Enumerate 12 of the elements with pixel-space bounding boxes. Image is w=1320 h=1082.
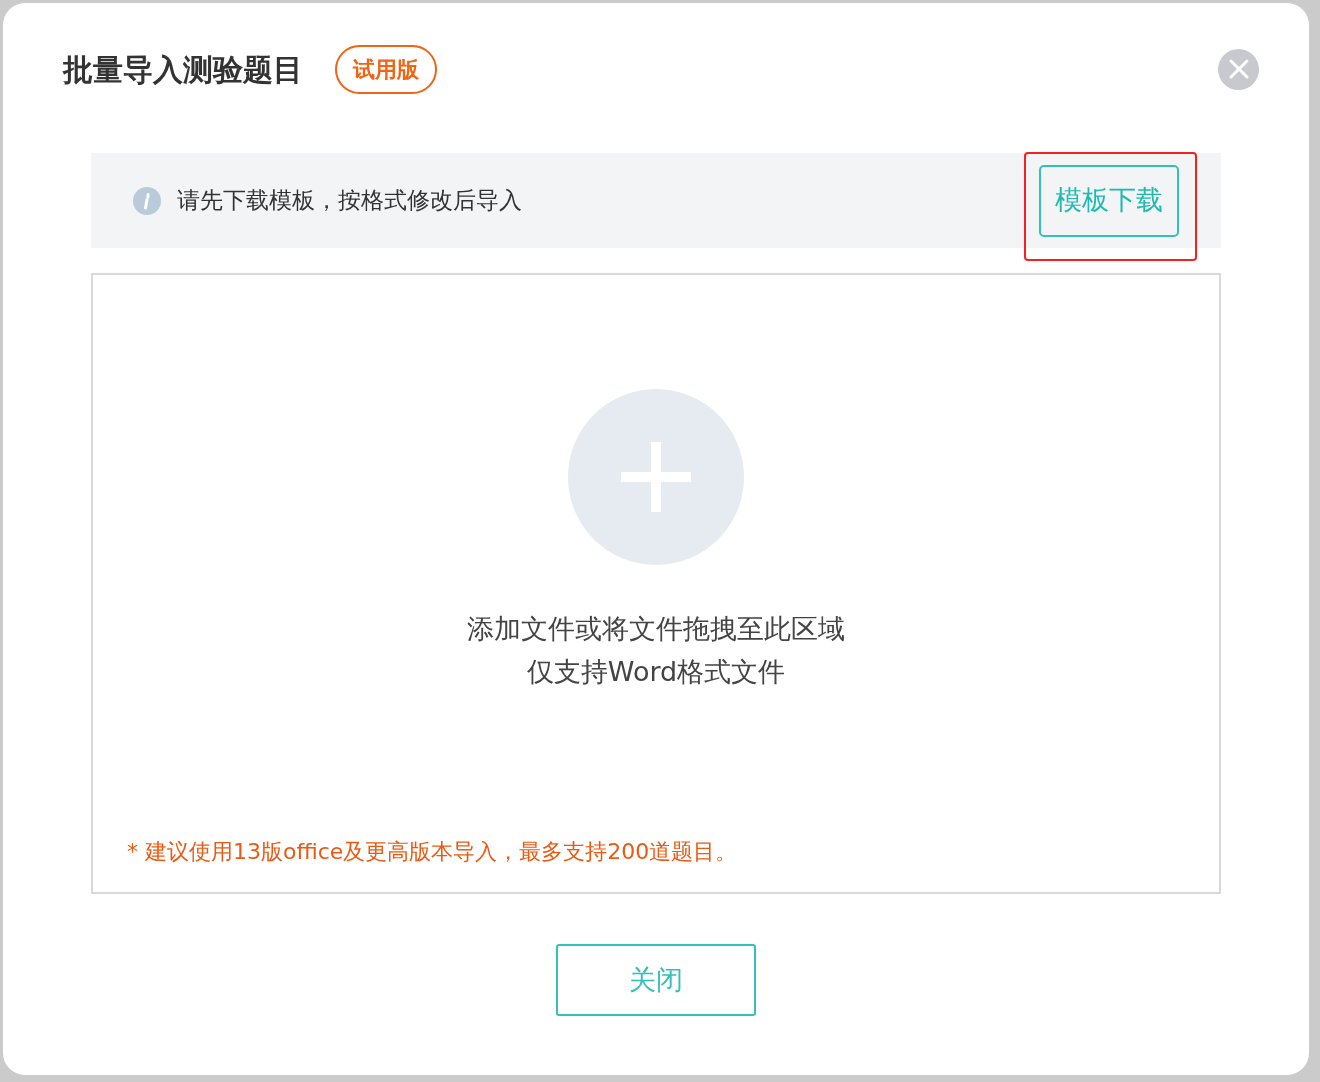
close-icon[interactable] bbox=[1218, 48, 1259, 90]
notice-text: 请先下载模板，按格式修改后导入 bbox=[177, 186, 522, 216]
trial-badge: 试用版 bbox=[335, 44, 437, 94]
info-icon bbox=[133, 186, 161, 215]
import-note: * 建议使用13版office及更高版本导入，最多支持200道题目。 bbox=[127, 838, 738, 866]
format-hint: 仅支持Word格式文件 bbox=[526, 654, 786, 689]
dialog-title: 批量导入测验题目 bbox=[63, 50, 303, 89]
dropzone-hint: 添加文件或将文件拖拽至此区域 bbox=[467, 612, 845, 646]
upload-dropzone[interactable]: 添加文件或将文件拖拽至此区域 仅支持Word格式文件 * 建议使用13版office及更高版本导入，最多支持200道题目。 bbox=[91, 273, 1221, 894]
template-download-button[interactable]: 模板下载 bbox=[1039, 164, 1179, 237]
plus-circle-icon[interactable] bbox=[568, 389, 744, 565]
close-button[interactable]: 关闭 bbox=[556, 944, 756, 1016]
